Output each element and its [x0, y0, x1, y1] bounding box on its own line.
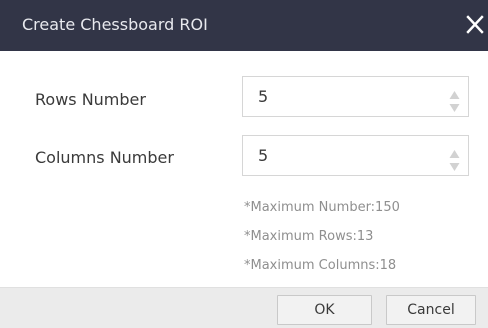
dialog-titlebar: Create Chessboard ROI	[0, 0, 488, 51]
ok-button[interactable]: OK	[277, 295, 372, 325]
rows-number-label: Rows Number	[35, 90, 146, 109]
dialog-title: Create Chessboard ROI	[22, 15, 208, 34]
columns-number-spinbox[interactable]: 5	[242, 135, 469, 176]
rows-number-value[interactable]: 5	[258, 87, 268, 107]
rows-increment-button[interactable]	[449, 85, 460, 99]
triangle-down-icon	[449, 104, 460, 112]
rows-decrement-button[interactable]	[449, 98, 460, 112]
dialog-footer: OK Cancel	[0, 287, 488, 328]
columns-increment-button[interactable]	[449, 144, 460, 158]
hint-maximum-rows: *Maximum Rows:13	[244, 229, 374, 244]
rows-number-spinbox[interactable]: 5	[242, 76, 469, 117]
close-icon	[466, 15, 484, 34]
dialog-body: Rows Number 5 Columns Number 5 *Maximum …	[0, 51, 488, 287]
columns-decrement-button[interactable]	[449, 157, 460, 171]
hint-maximum-number: *Maximum Number:150	[244, 200, 400, 215]
columns-number-value[interactable]: 5	[258, 146, 268, 166]
hint-maximum-columns: *Maximum Columns:18	[244, 258, 397, 273]
cancel-button[interactable]: Cancel	[386, 295, 476, 325]
triangle-down-icon	[449, 163, 460, 171]
columns-number-label: Columns Number	[35, 148, 174, 167]
close-button[interactable]	[464, 12, 488, 38]
create-chessboard-roi-dialog: Create Chessboard ROI Rows Number 5 Colu…	[0, 0, 488, 328]
